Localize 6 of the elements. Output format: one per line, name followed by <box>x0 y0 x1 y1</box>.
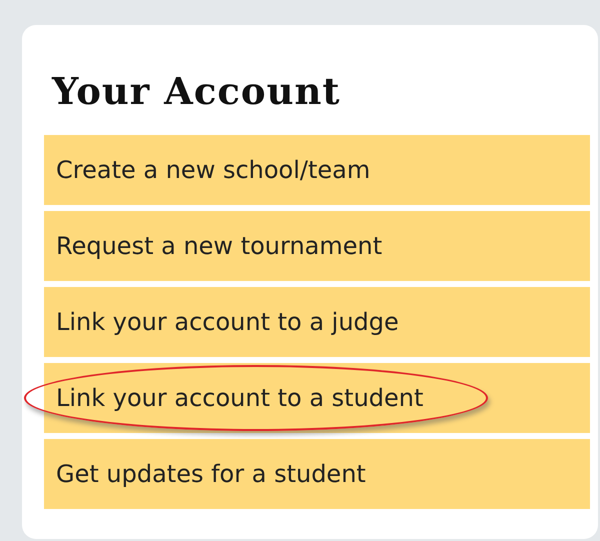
menu-item[interactable]: Link your account to a judge <box>44 287 590 357</box>
menu-item[interactable]: Create a new school/team <box>44 135 590 205</box>
menu-item[interactable]: Request a new tournament <box>44 211 590 281</box>
panel-title: Your Account <box>52 69 342 113</box>
menu-item[interactable]: Get updates for a student <box>44 439 590 509</box>
menu-item[interactable]: Link your account to a student <box>44 363 590 433</box>
